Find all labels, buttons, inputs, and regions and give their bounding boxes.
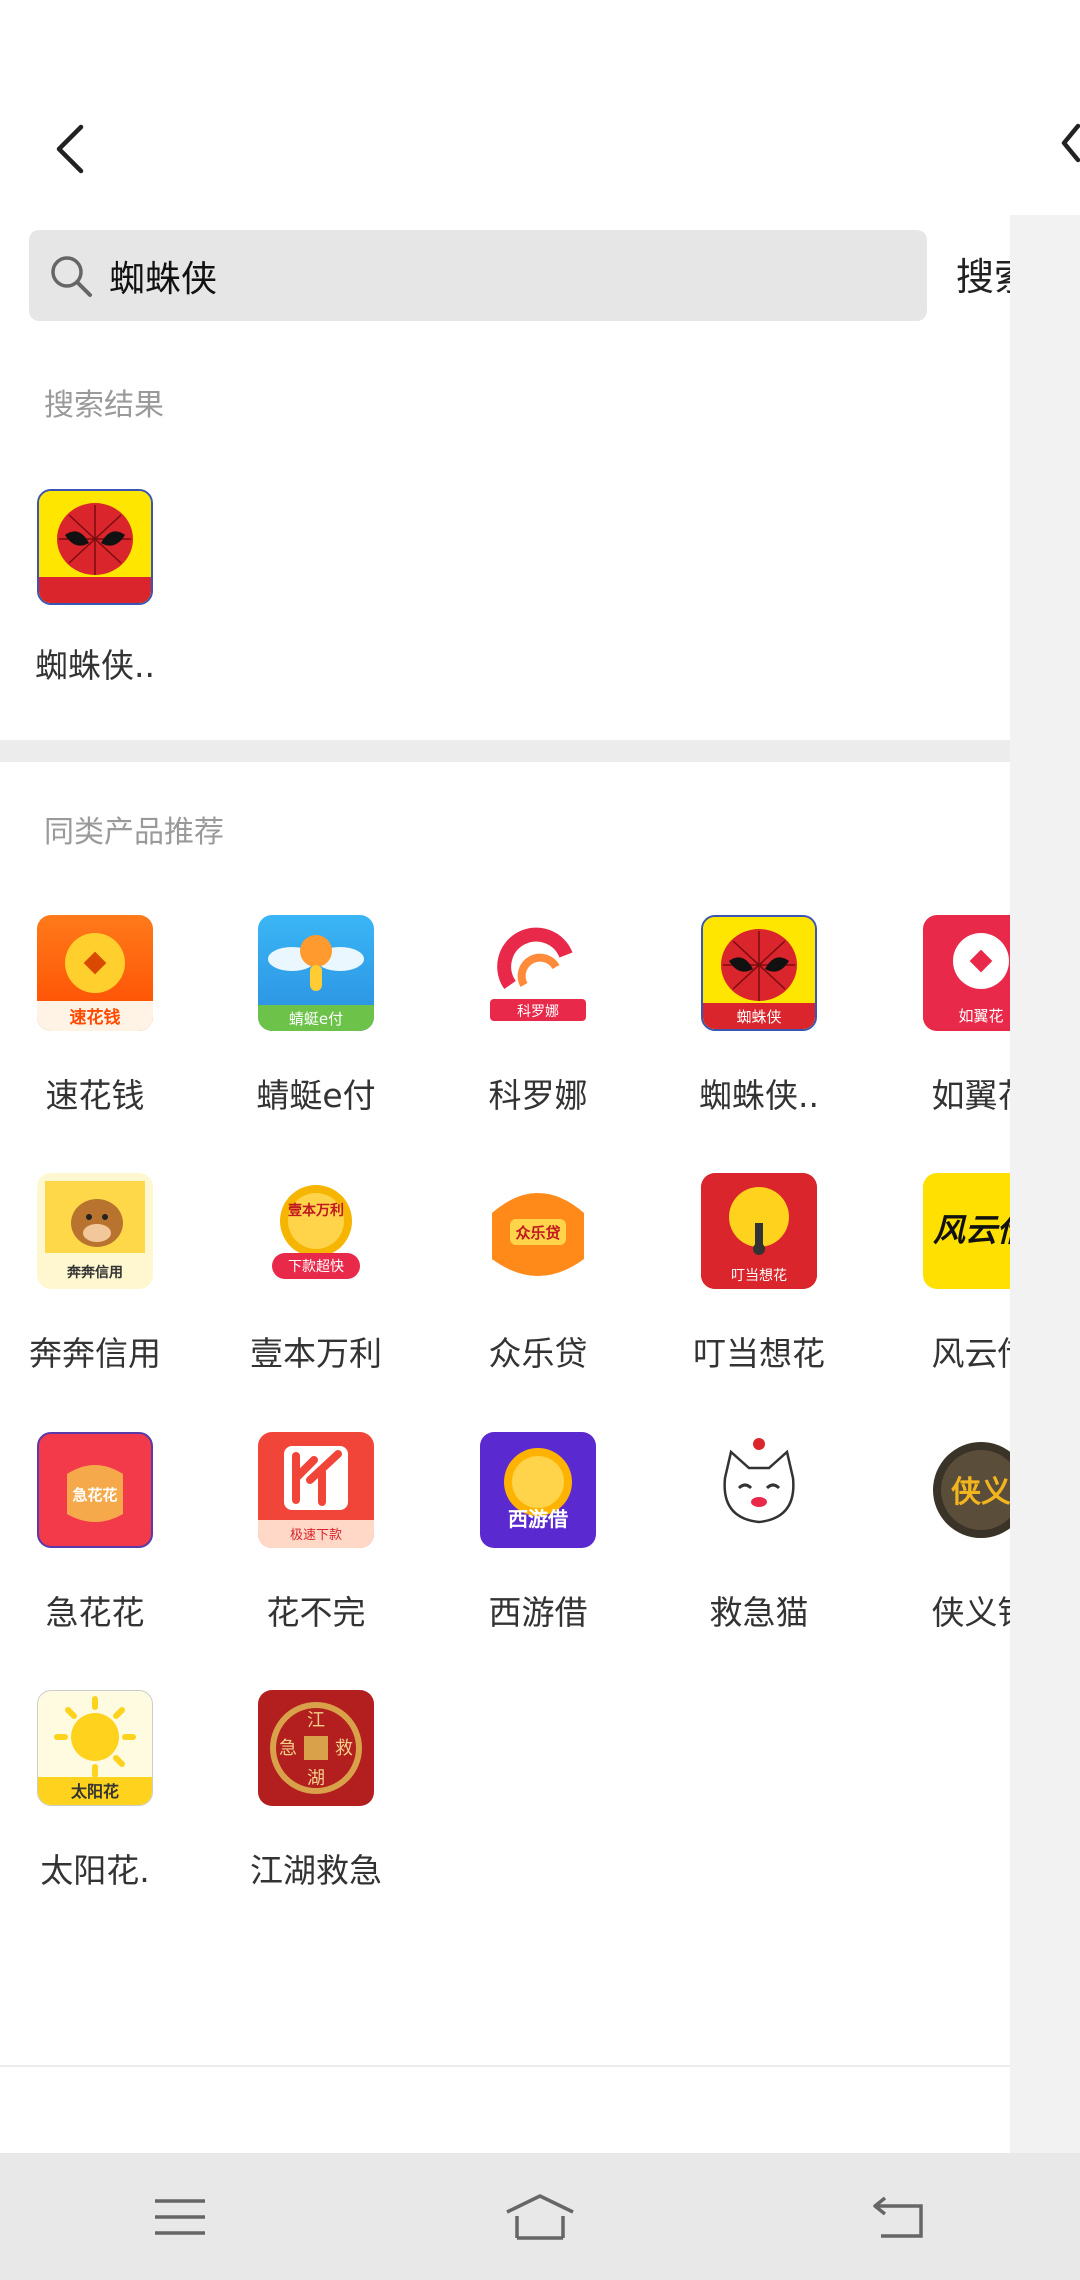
fengyun-app-icon: 风云借 [923,1173,1010,1289]
jianghu-app-icon: 江 急 救 湖 [258,1690,374,1806]
recommend-app[interactable]: 太阳花 太阳花. [0,1690,205,1892]
svg-text:蜘蛛侠: 蜘蛛侠 [736,1008,781,1026]
svg-text:风云借: 风云借 [933,1211,1010,1249]
recommend-app[interactable]: 蜘蛛侠 蜘蛛侠.. [649,915,869,1117]
app-label: 奔奔信用 [29,1334,161,1373]
recommend-app[interactable]: 极速下款 花不完 [206,1432,426,1634]
suhuaqian-app-icon: 速花钱 [37,915,153,1031]
search-icon [43,248,99,304]
svg-text:蜻蜓e付: 蜻蜓e付 [289,1010,343,1028]
huabuwan-app-icon: 极速下款 [258,1432,374,1548]
app-label: 叮当想花 [693,1334,825,1373]
back-nav-button[interactable] [840,2177,960,2257]
svg-text:如翼花: 如翼花 [958,1007,1003,1025]
svg-text:急花花: 急花花 [72,1486,117,1504]
recommend-app[interactable]: 江 急 救 湖 江湖救急 [206,1690,426,1892]
recommend-app[interactable]: 救急猫 [649,1432,869,1634]
app-label: 蜻蜓e付 [256,1076,376,1115]
search-bar[interactable] [29,230,927,321]
svg-text:众乐贷: 众乐贷 [515,1224,560,1242]
svg-text:速花钱: 速花钱 [70,1007,121,1028]
svg-text:下款超快: 下款超快 [288,1259,344,1275]
svg-text:江: 江 [307,1710,325,1731]
system-nav-bar [0,2153,1080,2280]
svg-text:侠义: 侠义 [951,1475,1010,1510]
bottom-divider [0,2065,1010,2067]
recommend-app[interactable]: 侠义 侠义钱 [871,1432,1010,1634]
recommend-app[interactable]: 奔奔信用 奔奔信用 [0,1173,205,1375]
chevron-left-icon [56,124,84,174]
menu-icon [155,2198,205,2235]
recommend-app[interactable]: 如翼花 如翼花 [871,915,1010,1117]
recommend-app[interactable]: 众乐贷 众乐贷 [428,1173,648,1375]
app-label: 蜘蛛侠.. [699,1076,819,1115]
side-panel [1010,215,1080,2155]
search-results-title: 搜索结果 [44,388,164,423]
search-page: 搜索 搜索结果 蜘蛛侠.. 同类产品推荐 速花钱 速花钱 [0,0,1010,2280]
recommend-app[interactable]: 急花花 急花花 [0,1432,205,1634]
app-label: 江湖救急 [250,1851,382,1890]
svg-text:叮当想花: 叮当想花 [731,1268,787,1284]
recommend-title: 同类产品推荐 [44,815,224,850]
search-input[interactable] [107,254,927,297]
recommend-app[interactable]: 速花钱 速花钱 [0,915,205,1117]
recommend-app[interactable]: 壹本万利 下款超快 壹本万利 [206,1173,426,1375]
recommend-app[interactable]: 蜻蜓e付 蜻蜓e付 [206,915,426,1117]
xiayiqian-app-icon: 侠义 [923,1432,1010,1548]
xiyoujie-app-icon: 西游借 [480,1432,596,1548]
yibenwanli-app-icon: 壹本万利 下款超快 [258,1173,374,1289]
jiujimao-app-icon [701,1432,817,1548]
recommend-app[interactable]: 西游借 西游借 [428,1432,648,1634]
search-button[interactable]: 搜索 [956,246,1010,301]
benben-app-icon: 奔奔信用 [37,1173,153,1289]
zhongledai-app-icon: 众乐贷 [480,1173,596,1289]
back-icon [873,2196,923,2238]
svg-text:太阳花: 太阳花 [70,1782,119,1801]
jihuahua-app-icon: 急花花 [37,1432,153,1548]
home-icon [506,2193,574,2240]
qingting-app-icon: 蜻蜓e付 [258,915,374,1031]
menu-button[interactable] [120,2177,240,2257]
app-label: 西游借 [488,1593,588,1632]
result-app-spiderman[interactable]: 蜘蛛侠.. [0,489,205,687]
keluona-app-icon: 科罗娜 [480,915,596,1031]
back-button[interactable] [48,118,92,180]
app-label: 风云借 [931,1334,1011,1373]
peek-back-button[interactable] [1060,118,1080,180]
svg-text:救: 救 [335,1738,353,1759]
svg-text:科罗娜: 科罗娜 [517,1004,559,1020]
home-button[interactable] [480,2177,600,2257]
svg-text:西游借: 西游借 [508,1507,568,1531]
svg-text:急: 急 [279,1738,297,1759]
app-label: 侠义钱 [931,1593,1011,1632]
app-label: 急花花 [45,1593,145,1632]
spiderman-app-icon: 蜘蛛侠 [701,915,817,1031]
ruyihua-app-icon: 如翼花 [923,915,1010,1031]
recommend-app[interactable]: 风云借 风云借 [871,1173,1010,1375]
app-label: 壹本万利 [250,1334,382,1373]
app-label: 太阳花. [40,1851,150,1890]
app-label: 如翼花 [931,1076,1011,1115]
app-label: 花不完 [266,1593,366,1632]
recommend-app[interactable]: 叮当想花 叮当想花 [649,1173,869,1375]
svg-text:壹本万利: 壹本万利 [288,1202,344,1219]
chevron-left-icon [1061,123,1080,163]
spiderman-app-icon [37,489,153,605]
taiyanghua-app-icon: 太阳花 [37,1690,153,1806]
svg-text:湖: 湖 [307,1768,325,1789]
app-label: 众乐贷 [488,1334,588,1373]
svg-text:奔奔信用: 奔奔信用 [66,1264,123,1281]
app-label: 蜘蛛侠.. [35,646,155,685]
app-label: 速花钱 [45,1076,145,1115]
recommend-app[interactable]: 科罗娜 科罗娜 [428,915,648,1117]
app-label: 科罗娜 [488,1076,588,1115]
dingdang-app-icon: 叮当想花 [701,1173,817,1289]
app-label: 救急猫 [709,1593,809,1632]
svg-text:极速下款: 极速下款 [290,1528,342,1543]
section-divider [0,740,1010,762]
